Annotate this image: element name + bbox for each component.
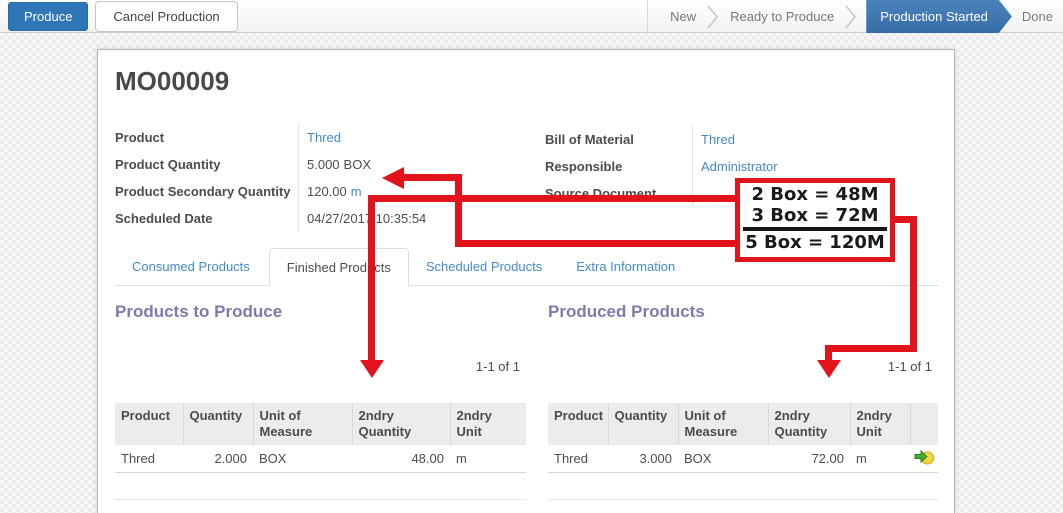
field-label-responsible: Responsible — [545, 153, 693, 180]
cancel-production-button[interactable]: Cancel Production — [95, 1, 237, 32]
form-sheet: MO00009 Product Thred Product Quantity 5… — [97, 49, 955, 513]
status-production-started[interactable]: Production Started — [866, 0, 1012, 33]
field-label-scheduled-date: Scheduled Date — [115, 205, 299, 232]
cell-2ndry-unit: m — [450, 445, 526, 472]
status-done[interactable]: Done — [1012, 9, 1063, 24]
section-title: Produced Products — [548, 302, 938, 322]
page-title: MO00009 — [115, 66, 229, 97]
status-ready-to-produce[interactable]: Ready to Produce — [720, 9, 844, 24]
cell-2ndry-unit: m — [850, 445, 910, 472]
field-label-bill-of-material: Bill of Material — [545, 126, 693, 153]
field-value-scheduled-date: 04/27/2017 10:35:54 — [307, 211, 426, 226]
produce-action-icon[interactable] — [914, 449, 934, 465]
col-2ndry-unit: 2ndry Unit — [450, 403, 526, 445]
col-quantity: Quantity — [183, 403, 253, 445]
cell-2ndry-quantity: 72.00 — [768, 445, 850, 472]
col-product: Product — [115, 403, 183, 445]
field-value-product-secondary-quantity: 120.00 — [307, 184, 347, 199]
field-value-bill-of-material[interactable]: Thred — [701, 132, 735, 147]
section-title: Products to Produce — [115, 302, 526, 322]
cell-2ndry-quantity: 48.00 — [352, 445, 450, 472]
field-group-left: Product Thred Product Quantity 5.000 BOX… — [115, 124, 537, 232]
table-header-row: Product Quantity Unit of Measure 2ndry Q… — [548, 403, 938, 445]
status-new[interactable]: New — [660, 9, 706, 24]
annotation-line — [368, 195, 375, 360]
empty-row — [548, 499, 938, 513]
col-2ndry-quantity: 2ndry Quantity — [768, 403, 850, 445]
field-row: Scheduled Date 04/27/2017 10:35:54 — [115, 205, 537, 232]
col-actions — [910, 403, 938, 445]
chevron-right-icon — [845, 4, 857, 30]
col-2ndry-unit: 2ndry Unit — [850, 403, 910, 445]
table-header-row: Product Quantity Unit of Measure 2ndry Q… — [115, 403, 526, 445]
annotation-line-1: 2 Box = 48M — [740, 184, 890, 205]
cell-quantity: 2.000 — [183, 445, 253, 472]
chevron-right-icon — [707, 4, 719, 30]
products-to-produce-table: Product Quantity Unit of Measure 2ndry Q… — [115, 403, 526, 513]
field-row: Responsible Administrator — [545, 153, 949, 180]
pager: 1-1 of 1 — [476, 359, 520, 374]
tab-scheduled-products[interactable]: Scheduled Products — [409, 248, 559, 285]
cell-product: Thred — [548, 445, 608, 472]
table-row[interactable]: Thred 2.000 BOX 48.00 m — [115, 445, 526, 472]
annotation-calculation-box: 2 Box = 48M 3 Box = 72M 5 Box = 120M — [735, 178, 895, 262]
empty-row — [115, 472, 526, 499]
tab-finished-products[interactable]: Finished Products — [269, 248, 409, 286]
cell-uom: BOX — [678, 445, 768, 472]
annotation-line — [910, 216, 917, 352]
field-row: Product Thred — [115, 124, 537, 151]
cell-product: Thred — [115, 445, 183, 472]
col-unit-of-measure: Unit of Measure — [678, 403, 768, 445]
field-value-product[interactable]: Thred — [307, 130, 341, 145]
col-2ndry-quantity: 2ndry Quantity — [352, 403, 450, 445]
annotation-line — [368, 195, 735, 202]
produced-products-table: Product Quantity Unit of Measure 2ndry Q… — [548, 403, 938, 513]
statusbar: New Ready to Produce Production Started … — [647, 0, 1063, 33]
field-label-source-document: Source Document — [545, 180, 693, 207]
field-row: Product Quantity 5.000 BOX — [115, 151, 537, 178]
pager: 1-1 of 1 — [888, 359, 932, 374]
annotation-arrowhead-down — [360, 360, 384, 378]
field-value-responsible[interactable]: Administrator — [701, 159, 778, 174]
empty-row — [548, 472, 938, 499]
annotation-line-3: 5 Box = 120M — [740, 232, 890, 253]
field-unit-box: BOX — [344, 157, 371, 172]
field-unit-m: m — [351, 184, 362, 199]
table-row[interactable]: Thred 3.000 BOX 72.00 m — [548, 445, 938, 472]
field-label-product-secondary-quantity: Product Secondary Quantity — [115, 178, 299, 205]
section-products-to-produce: Products to Produce 1-1 of 1 Product Qua… — [115, 302, 526, 513]
annotation-line-2: 3 Box = 72M — [740, 205, 890, 226]
annotation-line — [455, 240, 735, 247]
field-value-product-quantity: 5.000 — [307, 157, 340, 172]
col-quantity: Quantity — [608, 403, 678, 445]
field-row: Bill of Material Thred — [545, 126, 949, 153]
field-label-product-quantity: Product Quantity — [115, 151, 299, 178]
empty-row — [115, 499, 526, 513]
annotation-line — [400, 174, 462, 181]
cell-quantity: 3.000 — [608, 445, 678, 472]
section-produced-products: Produced Products 1-1 of 1 Product Quant… — [548, 302, 938, 513]
tab-consumed-products[interactable]: Consumed Products — [115, 248, 267, 285]
annotation-arrowhead-down — [817, 360, 841, 378]
annotation-line — [825, 345, 917, 352]
annotation-line — [455, 174, 462, 247]
top-toolbar: Produce Cancel Production New Ready to P… — [0, 0, 1063, 33]
col-unit-of-measure: Unit of Measure — [253, 403, 352, 445]
tab-extra-information[interactable]: Extra Information — [559, 248, 692, 285]
cell-uom: BOX — [253, 445, 352, 472]
col-product: Product — [548, 403, 608, 445]
produce-button[interactable]: Produce — [8, 2, 88, 31]
field-label-product: Product — [115, 124, 299, 151]
annotation-sum-divider — [743, 227, 887, 231]
